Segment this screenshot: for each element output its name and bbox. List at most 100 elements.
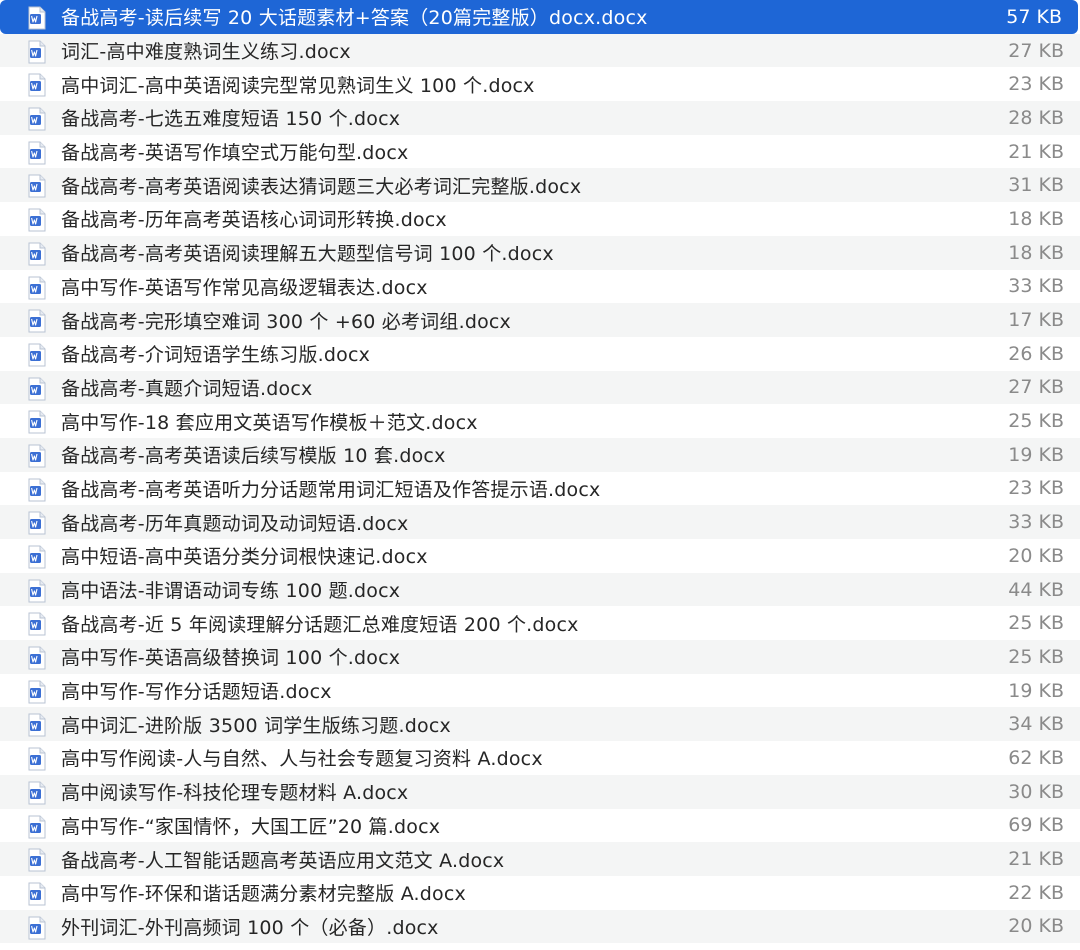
file-name: 高中写作-写作分话题短语.docx	[61, 681, 332, 704]
file-size: 44 KB	[1008, 578, 1064, 601]
file-row[interactable]: 备战高考-人工智能话题高考英语应用文范文 A.docx 21 KB	[0, 842, 1080, 876]
file-row[interactable]: 高中词汇-进阶版 3500 词学生版练习题.docx 34 KB	[0, 707, 1080, 742]
word-document-icon	[27, 141, 47, 165]
file-name: 备战高考-近 5 年阅读理解分话题汇总难度短语 200 个.docx	[61, 613, 579, 636]
file-name: 高中写作-环保和谐话题满分素材完整版 A.docx	[61, 883, 466, 906]
file-name: 备战高考-七选五难度短语 150 个.docx	[61, 108, 401, 131]
file-name: 备战高考-介词短语学生练习版.docx	[61, 344, 371, 367]
file-row[interactable]: 备战高考-英语写作填空式万能句型.docx 21 KB	[0, 135, 1080, 169]
file-name: 高中词汇-进阶版 3500 词学生版练习题.docx	[61, 714, 451, 737]
file-size: 23 KB	[1008, 73, 1064, 96]
file-size: 25 KB	[1008, 612, 1064, 635]
file-row[interactable]: 备战高考-完形填空难词 300 个 +60 必考词组.docx 17 KB	[0, 303, 1080, 337]
file-size: 25 KB	[1008, 645, 1064, 668]
file-row[interactable]: 高中阅读写作-科技伦理专题材料 A.docx 30 KB	[0, 774, 1080, 809]
file-row-selected[interactable]: 备战高考-读后续写 20 大话题素材+答案（20篇完整版）docx.docx 57…	[0, 0, 1078, 34]
file-name: 高中写作-18 套应用文英语写作模板＋范文.docx	[61, 411, 478, 434]
word-document-icon	[27, 377, 47, 401]
file-size: 21 KB	[1008, 140, 1064, 163]
word-document-icon	[27, 444, 47, 468]
file-name: 备战高考-高考英语读后续写模版 10 套.docx	[61, 445, 446, 468]
file-name: 高中阅读写作-科技伦理专题材料 A.docx	[61, 782, 409, 805]
file-size: 22 KB	[1008, 881, 1064, 904]
word-document-icon	[27, 107, 47, 131]
file-size: 21 KB	[1008, 848, 1064, 871]
word-document-icon	[27, 612, 47, 636]
file-name: 高中写作-英语写作常见高级逻辑表达.docx	[61, 276, 428, 299]
file-row[interactable]: 备战高考-历年真题动词及动词短语.docx 33 KB	[0, 505, 1080, 539]
file-row[interactable]: 高中写作-“家国情怀，大国工匠”20 篇.docx 69 KB	[0, 809, 1080, 843]
file-size: 57 KB	[1006, 5, 1062, 28]
file-size: 20 KB	[1008, 915, 1064, 938]
file-row[interactable]: 高中写作-英语写作常见高级逻辑表达.docx 33 KB	[0, 270, 1080, 304]
file-row[interactable]: 备战高考-历年高考英语核心词词形转换.docx 18 KB	[0, 202, 1080, 236]
word-document-icon	[27, 174, 47, 198]
file-size: 18 KB	[1008, 241, 1064, 264]
file-row[interactable]: 备战高考-高考英语阅读理解五大题型信号词 100 个.docx 18 KB	[0, 235, 1080, 270]
file-size: 27 KB	[1008, 39, 1064, 62]
file-row[interactable]: 备战高考-高考英语阅读表达猜词题三大必考词汇完整版.docx 31 KB	[0, 168, 1080, 203]
file-name: 外刊词汇-外刊高频词 100 个（必备）.docx	[61, 916, 439, 939]
file-row[interactable]: 高中语法-非谓语动词专练 100 题.docx 44 KB	[0, 572, 1080, 607]
file-row[interactable]: 外刊词汇-外刊高频词 100 个（必备）.docx 20 KB	[0, 909, 1080, 944]
file-name: 备战高考-高考英语听力分话题常用词汇短语及作答提示语.docx	[61, 478, 601, 501]
file-row[interactable]: 高中写作-英语高级替换词 100 个.docx 25 KB	[0, 640, 1080, 674]
word-document-icon	[27, 478, 47, 502]
file-size: 30 KB	[1008, 780, 1064, 803]
file-row[interactable]: 词汇-高中难度熟词生义练习.docx 27 KB	[0, 33, 1080, 68]
file-name: 高中写作-英语高级替换词 100 个.docx	[61, 647, 401, 670]
word-document-icon	[27, 410, 47, 434]
word-document-icon	[27, 242, 47, 266]
word-document-icon	[27, 208, 47, 232]
word-document-icon	[27, 73, 47, 97]
file-row[interactable]: 备战高考-高考英语读后续写模版 10 套.docx 19 KB	[0, 437, 1080, 472]
file-name: 备战高考-高考英语阅读表达猜词题三大必考词汇完整版.docx	[61, 175, 582, 198]
word-document-icon	[27, 343, 47, 367]
file-row[interactable]: 高中写作-18 套应用文英语写作模板＋范文.docx 25 KB	[0, 404, 1080, 438]
file-size: 25 KB	[1008, 410, 1064, 433]
word-document-icon	[27, 747, 47, 771]
word-document-icon	[27, 815, 47, 839]
file-row[interactable]: 高中词汇-高中英语阅读完型常见熟词生义 100 个.docx 23 KB	[0, 67, 1080, 101]
file-size: 26 KB	[1008, 342, 1064, 365]
word-document-icon	[27, 882, 47, 906]
file-row[interactable]: 高中写作-写作分话题短语.docx 19 KB	[0, 674, 1080, 708]
word-document-icon	[27, 916, 47, 940]
file-row[interactable]: 备战高考-近 5 年阅读理解分话题汇总难度短语 200 个.docx 25 KB	[0, 606, 1080, 640]
file-name: 高中写作阅读-人与自然、人与社会专题复习资料 A.docx	[61, 748, 543, 771]
file-name: 高中词汇-高中英语阅读完型常见熟词生义 100 个.docx	[61, 74, 535, 97]
file-name: 高中语法-非谓语动词专练 100 题.docx	[61, 580, 401, 603]
file-list: 备战高考-读后续写 20 大话题素材+答案（20篇完整版）docx.docx 57…	[0, 0, 1080, 950]
word-document-icon	[27, 646, 47, 670]
file-size: 19 KB	[1008, 443, 1064, 466]
file-size: 18 KB	[1008, 207, 1064, 230]
file-size: 33 KB	[1008, 511, 1064, 534]
file-name: 备战高考-人工智能话题高考英语应用文范文 A.docx	[61, 849, 505, 872]
file-row[interactable]: 高中写作阅读-人与自然、人与社会专题复习资料 A.docx 62 KB	[0, 741, 1080, 775]
word-document-icon	[27, 545, 47, 569]
file-row[interactable]: 备战高考-介词短语学生练习版.docx 26 KB	[0, 337, 1080, 371]
file-name: 备战高考-历年真题动词及动词短语.docx	[61, 512, 409, 535]
file-size: 31 KB	[1008, 174, 1064, 197]
file-size: 19 KB	[1008, 679, 1064, 702]
file-size: 69 KB	[1008, 814, 1064, 837]
word-document-icon	[27, 6, 47, 30]
file-name: 高中短语-高中英语分类分词根快速记.docx	[61, 546, 428, 569]
file-row[interactable]: 备战高考-七选五难度短语 150 个.docx 28 KB	[0, 101, 1080, 135]
word-document-icon	[27, 713, 47, 737]
word-document-icon	[27, 276, 47, 300]
file-name: 备战高考-高考英语阅读理解五大题型信号词 100 个.docx	[61, 243, 554, 266]
file-row[interactable]: 高中短语-高中英语分类分词根快速记.docx 20 KB	[0, 539, 1080, 573]
file-name: 词汇-高中难度熟词生义练习.docx	[61, 41, 351, 64]
word-document-icon	[27, 579, 47, 603]
file-name: 备战高考-英语写作填空式万能句型.docx	[61, 142, 409, 165]
word-document-icon	[27, 309, 47, 333]
file-size: 23 KB	[1008, 477, 1064, 500]
file-size: 27 KB	[1008, 376, 1064, 399]
file-size: 20 KB	[1008, 544, 1064, 567]
file-name: 备战高考-完形填空难词 300 个 +60 必考词组.docx	[61, 310, 511, 333]
file-row[interactable]: 高中写作-环保和谐话题满分素材完整版 A.docx 22 KB	[0, 876, 1080, 910]
word-document-icon	[27, 781, 47, 805]
file-row[interactable]: 备战高考-高考英语听力分话题常用词汇短语及作答提示语.docx 23 KB	[0, 472, 1080, 506]
file-row[interactable]: 备战高考-真题介词短语.docx 27 KB	[0, 370, 1080, 405]
